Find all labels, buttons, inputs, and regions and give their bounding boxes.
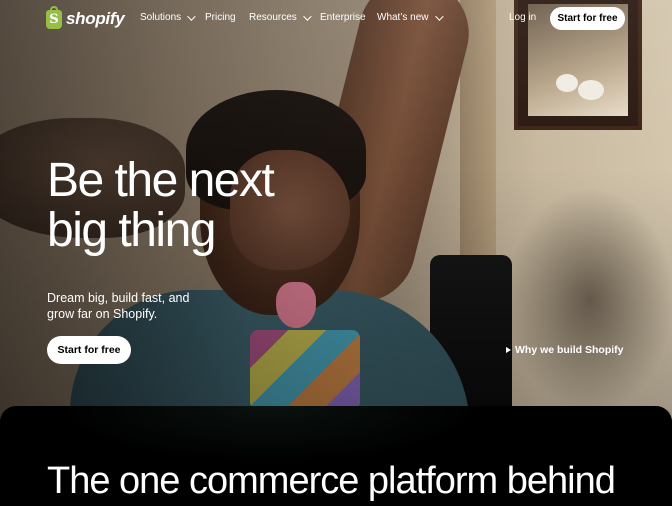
section-heading: The one commerce platform behind [47, 460, 616, 502]
play-icon [506, 347, 511, 353]
headline-line: big thing [47, 204, 216, 257]
nav-item-label: Resources [249, 12, 297, 23]
top-navigation: S shopify Solutions Pricing Resources En… [0, 0, 672, 38]
video-link-label: Why we build Shopify [515, 344, 624, 356]
logo-wordmark: shopify [66, 9, 125, 28]
chevron-down-icon [187, 11, 196, 21]
shopping-bag-icon: S [46, 5, 62, 29]
hero-headline: Be the next big thing [47, 154, 275, 257]
hero-start-for-free-button[interactable]: Start for free [47, 336, 131, 364]
nav-item-label: Solutions [140, 12, 182, 23]
why-we-build-video-link[interactable]: Why we build Shopify [506, 344, 624, 356]
platform-section: The one commerce platform behind [0, 406, 672, 506]
nav-item-enterprise[interactable]: Enterprise [320, 12, 366, 23]
hero-subtext: Dream big, build fast, and grow far on S… [47, 291, 190, 321]
shopify-logo[interactable]: S shopify [46, 5, 125, 29]
nav-item-solutions[interactable]: Solutions [140, 11, 196, 23]
nav-item-label: Pricing [205, 12, 236, 23]
login-link[interactable]: Log in [509, 12, 536, 23]
nav-item-whats-new[interactable]: What’s new [377, 11, 444, 23]
start-for-free-button[interactable]: Start for free [550, 7, 625, 30]
nav-item-resources[interactable]: Resources [249, 11, 312, 23]
nav-item-label: What’s new [377, 12, 429, 23]
chevron-down-icon [434, 11, 444, 21]
headline-line: Be the next [47, 154, 275, 207]
nav-item-pricing[interactable]: Pricing [205, 12, 236, 23]
nav-item-label: Enterprise [320, 12, 366, 23]
chevron-down-icon [302, 11, 312, 21]
